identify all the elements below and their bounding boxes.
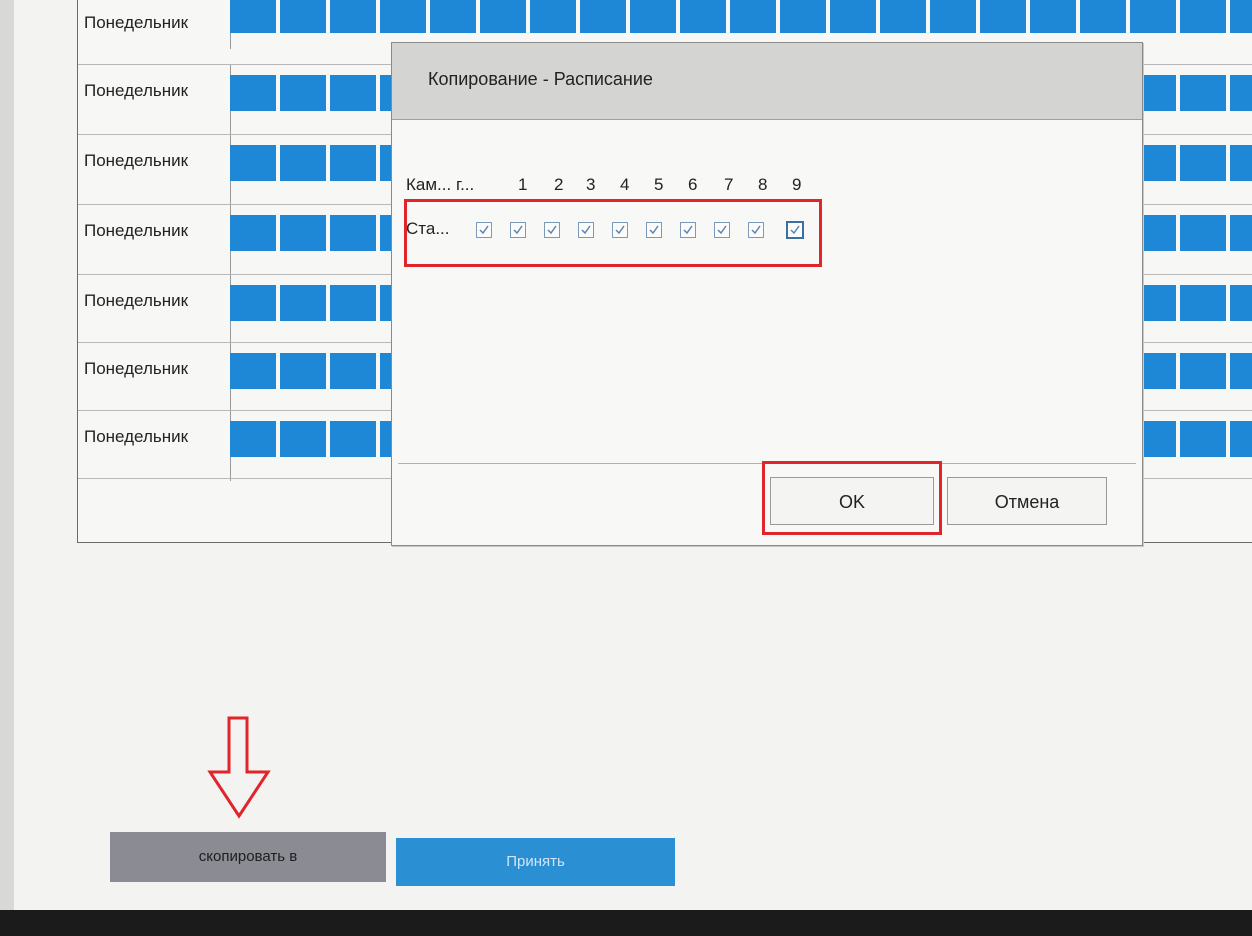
schedule-cell[interactable] [280, 421, 328, 457]
schedule-cell[interactable] [480, 0, 528, 33]
schedule-cell[interactable] [1230, 0, 1252, 33]
camera-number: 6 [688, 175, 698, 194]
schedule-cell[interactable] [680, 0, 728, 33]
schedule-cell[interactable] [1030, 0, 1078, 33]
schedule-cell[interactable] [930, 0, 978, 33]
schedule-cell[interactable] [1230, 421, 1252, 457]
schedule-cell[interactable] [330, 353, 378, 389]
day-label-text: Понедельник [84, 81, 189, 100]
day-label-text: Понедельник [84, 359, 189, 378]
schedule-cell[interactable] [1130, 0, 1178, 33]
day-label: Понедельник [84, 275, 231, 345]
schedule-cell[interactable] [280, 75, 328, 111]
schedule-cell[interactable] [230, 145, 278, 181]
schedule-cell[interactable] [230, 215, 278, 251]
schedule-cell[interactable] [1180, 0, 1228, 33]
schedule-cell[interactable] [330, 285, 378, 321]
schedule-cell[interactable] [880, 0, 928, 33]
schedule-cell[interactable] [280, 0, 328, 33]
schedule-cell[interactable] [280, 215, 328, 251]
screen-left-edge [0, 0, 14, 910]
camera-number: 5 [654, 175, 664, 194]
schedule-cell[interactable] [980, 0, 1028, 33]
monitor-bezel [0, 910, 1252, 936]
schedule-cell[interactable] [580, 0, 628, 33]
schedule-cell[interactable] [1080, 0, 1128, 33]
schedule-cell[interactable] [1180, 353, 1228, 389]
checkbox-highlight [404, 199, 822, 267]
camera-number: 4 [620, 175, 630, 194]
day-label-text: Понедельник [84, 13, 189, 32]
schedule-cell[interactable] [1230, 215, 1252, 251]
schedule-cell[interactable] [1180, 215, 1228, 251]
schedule-cell[interactable] [280, 285, 328, 321]
schedule-cell[interactable] [380, 0, 428, 33]
schedule-cell[interactable] [1180, 421, 1228, 457]
down-arrow-icon [207, 716, 271, 819]
schedule-cell[interactable] [230, 0, 278, 33]
camera-number: 2 [554, 175, 564, 194]
schedule-cell[interactable] [230, 285, 278, 321]
schedule-cell[interactable] [1180, 75, 1228, 111]
schedule-cell[interactable] [280, 353, 328, 389]
day-label: Понедельник [84, 0, 231, 49]
schedule-cell[interactable] [730, 0, 778, 33]
schedule-cell[interactable] [230, 421, 278, 457]
camera-number: 8 [758, 175, 768, 194]
ok-highlight [762, 461, 942, 535]
camera-number: 3 [586, 175, 596, 194]
schedule-cell[interactable] [230, 353, 278, 389]
day-label: Понедельник [84, 65, 231, 135]
schedule-cell[interactable] [530, 0, 578, 33]
dialog-header: Копирование - Расписание [392, 43, 1142, 120]
schedule-cell[interactable] [1230, 353, 1252, 389]
schedule-cell[interactable] [330, 0, 378, 33]
schedule-cell[interactable] [230, 75, 278, 111]
schedule-cell[interactable] [1230, 285, 1252, 321]
schedule-cell[interactable] [330, 215, 378, 251]
schedule-cell[interactable] [280, 145, 328, 181]
schedule-cell[interactable] [830, 0, 878, 33]
schedule-cell[interactable] [1230, 75, 1252, 111]
day-label: Понедельник [84, 411, 231, 481]
schedule-cell[interactable] [1180, 285, 1228, 321]
schedule-cell[interactable] [430, 0, 478, 33]
schedule-cell[interactable] [330, 75, 378, 111]
day-label-text: Понедельник [84, 427, 189, 446]
day-label: Понедельник [84, 343, 231, 413]
day-label: Понедельник [84, 205, 231, 275]
cancel-button[interactable]: Отмена [947, 477, 1107, 525]
camera-number: 7 [724, 175, 734, 194]
schedule-cell[interactable] [630, 0, 678, 33]
copy-schedule-dialog: Копирование - Расписание Кам... г... 1 2… [391, 42, 1143, 546]
schedule-cell[interactable] [330, 145, 378, 181]
day-label-text: Понедельник [84, 221, 189, 240]
camera-column-header: Кам... г... [406, 175, 475, 194]
schedule-cell[interactable] [330, 421, 378, 457]
schedule-cell[interactable] [780, 0, 828, 33]
copy-to-button[interactable]: скопировать в [110, 832, 386, 882]
camera-number: 1 [518, 175, 528, 194]
day-label-text: Понедельник [84, 151, 189, 170]
camera-number: 9 [792, 175, 802, 194]
day-label: Понедельник [84, 135, 231, 205]
schedule-cell[interactable] [1230, 145, 1252, 181]
schedule-cell[interactable] [1180, 145, 1228, 181]
accept-button[interactable]: Принять [396, 838, 675, 886]
day-label-text: Понедельник [84, 291, 189, 310]
dialog-title: Копирование - Расписание [428, 69, 653, 89]
